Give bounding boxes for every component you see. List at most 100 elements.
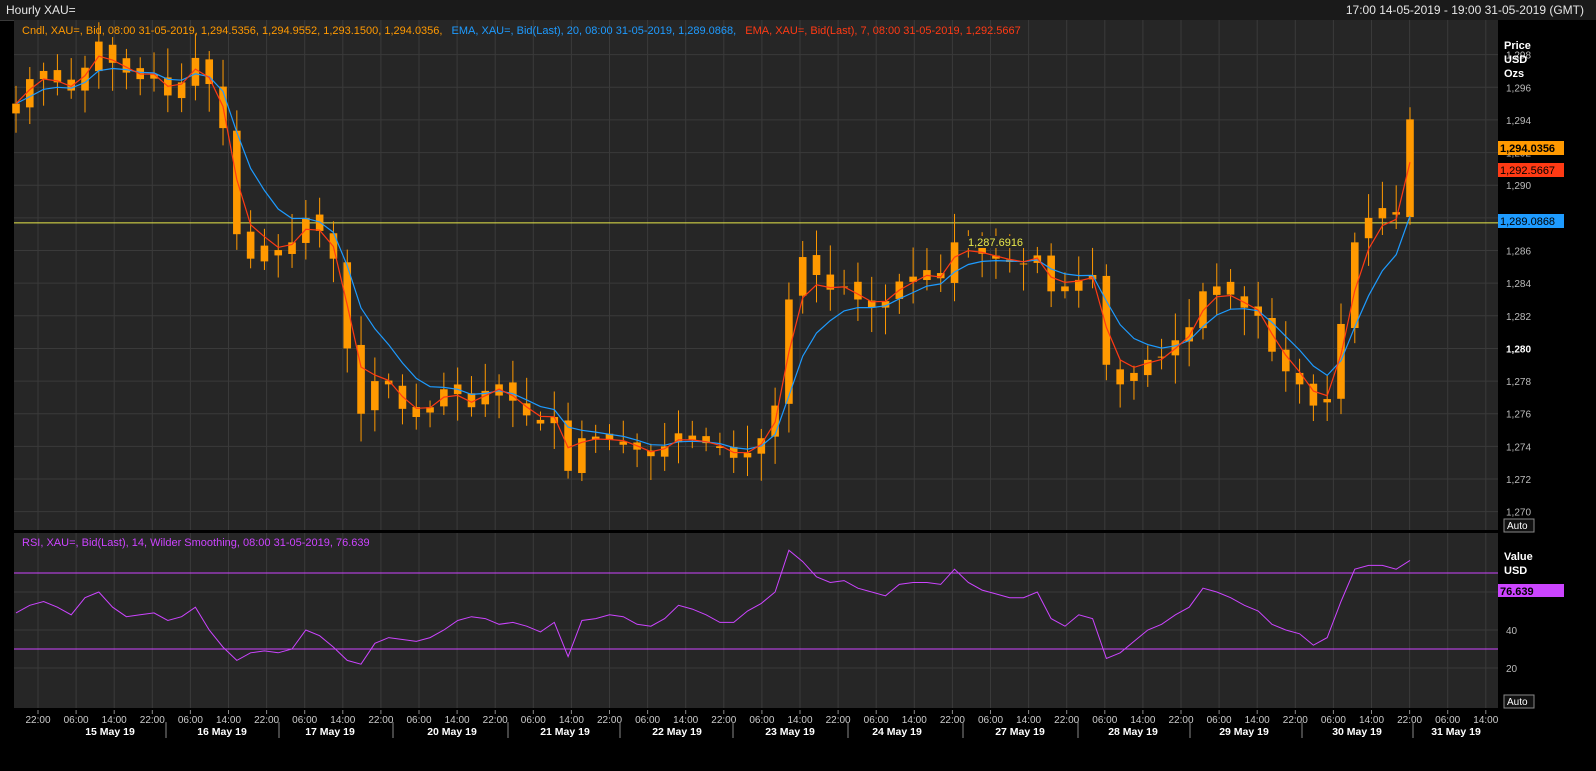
x-day-label: 23 May 19 bbox=[765, 726, 815, 738]
time-x-axis: 22:00 06:00 14:00 22:00 06:00 14:00 22:00 06:00… bbox=[0, 710, 1596, 771]
candle-body bbox=[660, 446, 669, 457]
x-time-label: 14:00 bbox=[902, 715, 927, 726]
ema7-badge: 1,292.5667 bbox=[1498, 163, 1564, 177]
svg-text:1,292.5667: 1,292.5667 bbox=[1500, 165, 1555, 177]
svg-text:Auto: Auto bbox=[1507, 521, 1528, 532]
price-tick-label: 1,282 bbox=[1506, 312, 1531, 323]
price-tick-label: 1,290 bbox=[1506, 181, 1531, 192]
x-day-label: 21 May 19 bbox=[540, 726, 590, 738]
price-tick-label: 1,280 bbox=[1506, 344, 1531, 355]
price-tick-label: 1,286 bbox=[1506, 247, 1531, 258]
value-axis-title-1: Value bbox=[1504, 551, 1533, 563]
candle-body bbox=[1323, 399, 1331, 403]
price-tick-label: 1,270 bbox=[1506, 508, 1531, 519]
candle-body bbox=[233, 130, 241, 235]
candle-body bbox=[1226, 281, 1235, 295]
x-day-label: 20 May 19 bbox=[427, 726, 477, 738]
auto-scale-button[interactable]: Auto bbox=[1503, 518, 1535, 533]
x-time-label: 22:00 bbox=[25, 715, 50, 726]
x-time-label: 22:00 bbox=[483, 715, 508, 726]
x-day-label: 24 May 19 bbox=[872, 726, 922, 738]
x-day-label: 15 May 19 bbox=[85, 726, 135, 738]
candle-body bbox=[1212, 286, 1221, 295]
candle-body bbox=[950, 242, 959, 283]
x-time-label: 06:00 bbox=[64, 715, 89, 726]
x-day-label: 31 May 19 bbox=[1431, 726, 1481, 738]
candle-body bbox=[371, 381, 379, 411]
x-time-label: 22:00 bbox=[1054, 715, 1079, 726]
x-time-label: 22:00 bbox=[368, 715, 393, 726]
svg-text:Auto: Auto bbox=[1507, 697, 1528, 708]
candle-body bbox=[1130, 372, 1138, 381]
legend-line: Cndl, XAU=, Bid, 08:00 31-05-2019, 1,294… bbox=[22, 25, 1021, 37]
candle-body bbox=[1061, 286, 1069, 292]
candle-body bbox=[1392, 212, 1400, 215]
x-time-label: 14:00 bbox=[1359, 715, 1384, 726]
price-axis-title-3: Ozs bbox=[1504, 68, 1524, 80]
price-tick-label: 1,296 bbox=[1506, 83, 1531, 94]
x-time-label: 06:00 bbox=[1207, 715, 1232, 726]
candle-body bbox=[688, 435, 697, 440]
rsi-tick-label: 40 bbox=[1506, 626, 1518, 637]
chart-canvas[interactable]: 1,270 1,272 1,274 1,276 1,278 1,280 1,282 1,284… bbox=[0, 20, 1596, 771]
x-time-label: 22:00 bbox=[826, 715, 851, 726]
price-tick-label: 1,272 bbox=[1506, 475, 1531, 486]
svg-text:1,294.0356: 1,294.0356 bbox=[1500, 143, 1555, 155]
candle-body bbox=[1378, 208, 1387, 219]
candle-body bbox=[1350, 242, 1359, 329]
x-time-label: 06:00 bbox=[1321, 715, 1346, 726]
x-time-label: 14:00 bbox=[559, 715, 584, 726]
candle-body bbox=[1019, 263, 1028, 265]
candle-body bbox=[315, 214, 324, 231]
x-time-label: 14:00 bbox=[102, 715, 127, 726]
candle-body bbox=[1199, 291, 1207, 329]
chart-symbol-title: Hourly XAU= bbox=[6, 3, 76, 17]
candle-body bbox=[798, 257, 807, 296]
candle-body bbox=[536, 419, 545, 424]
x-time-label: 06:00 bbox=[292, 715, 317, 726]
candle-body bbox=[246, 231, 255, 259]
candle-body bbox=[1364, 217, 1373, 239]
candle-body bbox=[39, 70, 48, 80]
candle-body bbox=[12, 103, 20, 114]
auto-scale-button-rsi[interactable]: Auto bbox=[1503, 694, 1535, 709]
candle-body bbox=[812, 255, 821, 275]
x-time-label: 14:00 bbox=[673, 715, 698, 726]
x-time-label: 06:00 bbox=[749, 715, 774, 726]
x-time-label: 14:00 bbox=[1016, 715, 1041, 726]
title-bar: Hourly XAU= 17:00 14-05-2019 - 19:00 31-… bbox=[0, 0, 1596, 21]
rsi-panel[interactable] bbox=[14, 533, 1498, 708]
candle-body bbox=[854, 281, 862, 300]
x-time-label: 06:00 bbox=[406, 715, 431, 726]
x-time-label: 14:00 bbox=[216, 715, 241, 726]
x-time-label: 22:00 bbox=[254, 715, 279, 726]
rsi-value-badge: 76.639 bbox=[1498, 584, 1564, 598]
candle-body bbox=[1116, 369, 1124, 385]
x-time-label: 22:00 bbox=[140, 715, 165, 726]
candle-body bbox=[743, 452, 752, 458]
candle-body bbox=[1406, 119, 1414, 218]
x-time-label: 22:00 bbox=[940, 715, 965, 726]
x-day-label: 29 May 19 bbox=[1219, 726, 1269, 738]
candle-body bbox=[260, 245, 269, 262]
x-time-label: 06:00 bbox=[1435, 715, 1460, 726]
x-time-label: 06:00 bbox=[978, 715, 1003, 726]
price-y-axis: 1,270 1,272 1,274 1,276 1,278 1,280 1,282 1,284… bbox=[1506, 51, 1531, 519]
rsi-tick-label: 20 bbox=[1506, 664, 1518, 675]
price-axis-title-1: Price bbox=[1504, 40, 1531, 52]
x-time-label: 06:00 bbox=[864, 715, 889, 726]
x-day-label: 27 May 19 bbox=[995, 726, 1045, 738]
legend-rsi: RSI, XAU=, Bid(Last), 14, Wilder Smoothi… bbox=[22, 537, 370, 549]
svg-text:1,287.6916: 1,287.6916 bbox=[968, 237, 1023, 249]
x-time-label: 06:00 bbox=[635, 715, 660, 726]
price-tick-label: 1,294 bbox=[1506, 116, 1531, 127]
price-panel[interactable] bbox=[14, 20, 1498, 530]
x-time-label: 06:00 bbox=[1092, 715, 1117, 726]
legend-ema20: EMA, XAU=, Bid(Last), 20, 08:00 31-05-20… bbox=[452, 25, 737, 37]
x-time-label: 22:00 bbox=[1397, 715, 1422, 726]
x-time-label: 14:00 bbox=[445, 715, 470, 726]
price-tick-label: 1,284 bbox=[1506, 279, 1531, 290]
svg-text:76.639: 76.639 bbox=[1500, 586, 1534, 598]
x-day-label: 16 May 19 bbox=[197, 726, 247, 738]
last-price-badge: 1,294.0356 bbox=[1498, 141, 1564, 155]
